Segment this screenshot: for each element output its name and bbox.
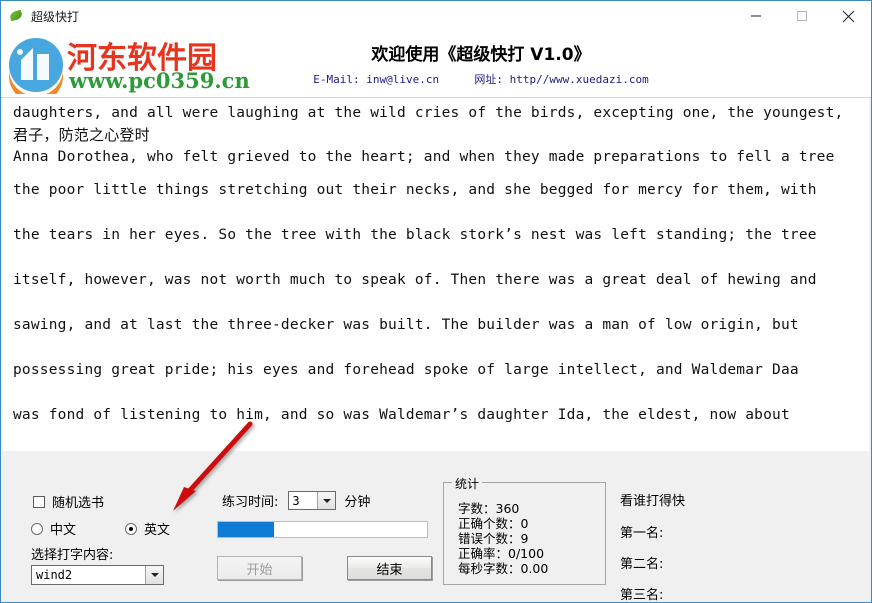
- content-select[interactable]: wind2: [31, 565, 164, 585]
- site-url: http//www.xuedazi.com: [509, 73, 649, 86]
- leaf-icon: [9, 8, 25, 24]
- text-line: itself, however, was not worth much to s…: [13, 272, 817, 288]
- email-label: E-Mail:: [313, 73, 360, 86]
- practice-time-select[interactable]: 3: [288, 491, 337, 510]
- ranking-panel: 看谁打得快 第一名: 第二名: 第三名:: [620, 490, 686, 603]
- progress-bar-fill: [218, 522, 275, 537]
- language-chinese-label: 中文: [50, 523, 77, 538]
- statistics-row: 正确率：0/100: [458, 546, 545, 561]
- practice-time-label: 练习时间:: [222, 495, 279, 510]
- close-icon[interactable]: [825, 1, 871, 31]
- statistics-group: 统计 字数：360 正确个数：0 错误个数：9 正确率：0/100 每秒字数：0.00: [443, 475, 606, 585]
- random-book-label: 随机选书: [52, 496, 105, 511]
- text-line: 君子，防范之心登时: [13, 126, 150, 144]
- content-select-label: 选择打字内容:: [31, 548, 114, 563]
- site-label: 网址:: [474, 73, 503, 86]
- ranking-title: 看谁打得快: [620, 494, 686, 509]
- header-banner: 河东软件园 www.pc0359.cn 欢迎使用《超级快打 V1.0》 E-Ma…: [1, 32, 871, 98]
- ranking-row: 第二名:: [620, 557, 664, 572]
- random-book-checkbox[interactable]: 随机选书: [33, 492, 104, 511]
- radio-circle-english: [125, 522, 137, 535]
- language-radio-chinese[interactable]: 中文: [31, 519, 76, 538]
- practice-time-row: 练习时间: 3 分钟: [222, 491, 370, 510]
- maximize-icon[interactable]: [779, 1, 825, 31]
- end-button[interactable]: 结束: [347, 556, 432, 580]
- text-line: sawing, and at last the three-decker was…: [13, 317, 799, 333]
- title-bar: 超级快打: [1, 1, 871, 32]
- chevron-down-icon[interactable]: [317, 492, 336, 509]
- chevron-down-icon[interactable]: [145, 566, 163, 584]
- banner-contact: E-Mail: inw@live.cn 网址: http//www.xuedaz…: [1, 71, 871, 87]
- control-panel: 随机选书 中文 英文 选择打字内容: wind2 练习时间: 3 分钟 开始 结…: [3, 452, 869, 602]
- statistics-row: 错误个数：9: [458, 531, 529, 546]
- text-line: the poor little things stretching out th…: [13, 182, 817, 198]
- email-value: inw@live.cn: [366, 73, 440, 86]
- statistics-legend: 统计: [452, 475, 483, 492]
- ranking-rows: 第一名: 第二名: 第三名:: [620, 522, 685, 603]
- minimize-icon[interactable]: [733, 1, 779, 31]
- content-select-value: wind2: [36, 568, 73, 582]
- statistics-row: 每秒字数：0.00: [458, 561, 549, 576]
- ranking-row: 第一名:: [620, 526, 664, 541]
- statistics-list: 字数：360 正确个数：0 错误个数：9 正确率：0/100 每秒字数：0.00: [458, 501, 548, 576]
- banner-title: 欢迎使用《超级快打 V1.0》: [371, 45, 591, 65]
- application-window: 超级快打 河东软件园 www.pc0359.cn 欢迎使用《超级快打 V1.0》…: [0, 0, 872, 603]
- practice-time-value: 3: [292, 493, 300, 508]
- checkbox-box: [33, 495, 45, 508]
- progress-bar: [217, 521, 428, 538]
- window-controls: [733, 1, 871, 31]
- start-button[interactable]: 开始: [217, 556, 302, 580]
- typing-text-lines: daughters, and all were laughing at the …: [3, 98, 869, 438]
- window-title: 超级快打: [31, 9, 80, 24]
- language-english-label: 英文: [144, 523, 171, 538]
- text-line: possessing great pride; his eyes and for…: [13, 362, 799, 378]
- text-line: the tears in her eyes. So the tree with …: [13, 227, 817, 243]
- practice-time-unit: 分钟: [344, 495, 371, 510]
- language-radio-english[interactable]: 英文: [125, 519, 170, 538]
- ranking-row: 第三名:: [620, 588, 664, 603]
- text-line: daughters, and all were laughing at the …: [13, 105, 844, 121]
- statistics-row: 字数：360: [458, 501, 520, 516]
- text-line: Anna Dorothea, who felt grieved to the h…: [13, 149, 835, 165]
- typing-text-area[interactable]: daughters, and all were laughing at the …: [3, 97, 869, 451]
- text-line: was fond of listening to him, and so was…: [13, 407, 790, 423]
- radio-circle-chinese: [31, 522, 43, 535]
- statistics-row: 正确个数：0: [458, 516, 529, 531]
